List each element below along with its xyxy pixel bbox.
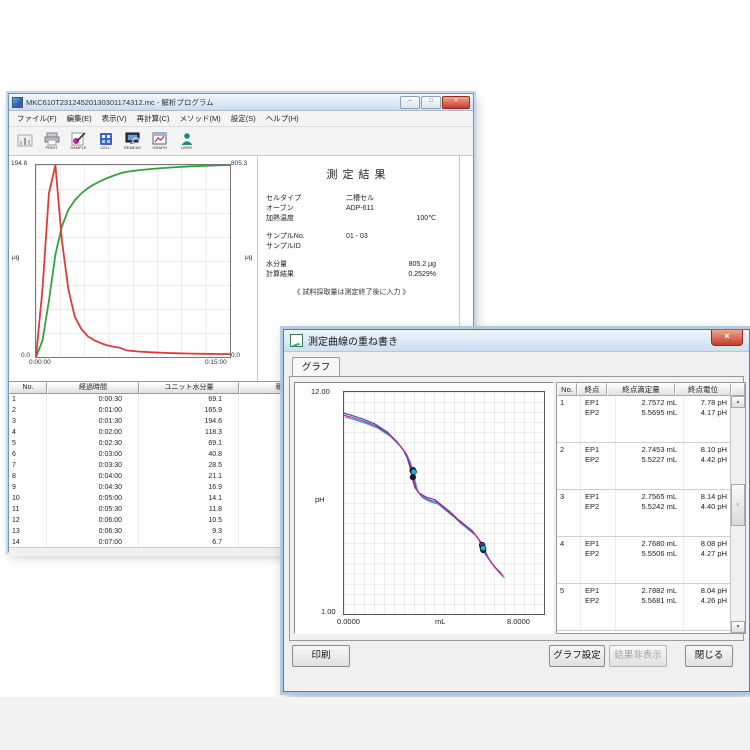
y-tick-min: 1.00: [321, 607, 336, 616]
column-header[interactable]: 終点滴定量: [607, 383, 675, 396]
left-axis-max: 194.8: [11, 160, 27, 167]
x-axis-label: mL: [435, 617, 445, 626]
cell-grid-button[interactable]: CELL: [93, 128, 118, 153]
print-button[interactable]: PRINT: [39, 128, 64, 153]
result-field: サンプルID: [266, 242, 436, 252]
menu-item[interactable]: 再計算(C): [133, 112, 174, 125]
endpoint-row[interactable]: 3EP1EP22.7565 mL5.5242 mL8.14 pH4.40 pH: [557, 490, 731, 537]
y-axis-label: pH: [315, 495, 325, 504]
graph-settings-button[interactable]: グラフ設定: [549, 645, 605, 667]
window2-title: 測定曲線の重ね書き: [308, 333, 398, 348]
endpoint-row[interactable]: 1EP1EP22.7572 mL5.5695 mL7.78 pH4.17 pH: [557, 396, 731, 443]
x-tick-end: 8.0000: [507, 617, 530, 626]
graph-window-button[interactable]: GRAPH: [147, 128, 172, 153]
endpoint-row[interactable]: 5EP1EP22.7882 mL5.5681 mL8.04 pH4.26 pH: [557, 584, 731, 631]
sample-edit-button[interactable]: SAMPLE: [66, 128, 91, 153]
column-header[interactable]: 終点: [577, 383, 607, 396]
column-header[interactable]: No.: [9, 382, 47, 394]
grid-icon: [98, 132, 114, 146]
endpoint-row[interactable]: 2EP1EP22.7453 mL5.5227 mL8.10 pH4.42 pH: [557, 443, 731, 490]
column-header[interactable]: ユニット水分量: [139, 382, 239, 394]
result-field: サンプルNo.01 - 03: [266, 232, 436, 242]
window1-titlebar[interactable]: MKC610T23124520130301174312.mc - 解析プログラム…: [9, 94, 473, 111]
column-header[interactable]: No.: [557, 383, 577, 396]
column-header[interactable]: 経過時間: [47, 382, 139, 394]
window1-title: MKC610T23124520130301174312.mc - 解析プログラム: [26, 97, 397, 108]
window2-titlebar[interactable]: 測定曲線の重ね書き ×: [284, 330, 749, 352]
y-tick-max: 12.00: [311, 387, 330, 396]
left-axis-label: μg: [12, 254, 19, 261]
pen-icon: [71, 132, 87, 146]
desktop: MKC610T23124520130301174312.mc - 解析プログラム…: [0, 0, 750, 750]
user-icon: [179, 132, 195, 146]
titration-plot: [343, 391, 545, 615]
endpoint-row[interactable]: 4EP1EP22.7680 mL5.5506 mL8.08 pH4.27 pH: [557, 537, 731, 584]
scroll-down-icon[interactable]: ▼: [731, 621, 745, 633]
tab-graph[interactable]: グラフ: [292, 357, 340, 378]
endpoint-table-body: 1EP1EP22.7572 mL5.5695 mL7.78 pH4.17 pH2…: [557, 396, 731, 633]
results-fields: セルタイプ二槽セルオーブンADP-611加熱温度100℃ サンプルNo.01 - …: [258, 194, 436, 280]
endpoint-table: No. 終点 終点滴定量 終点電位 1EP1EP22.7572 mL5.5695…: [556, 382, 746, 634]
menu-item[interactable]: 表示(V): [98, 112, 131, 125]
evaporation-chart-pane: 194.8 0.0 805.3 0.0 μg μg 0:00:00 0:15:0…: [9, 156, 257, 381]
monitor-button[interactable]: REMEAS: [120, 128, 145, 153]
column-header[interactable]: 終点電位: [675, 383, 731, 396]
x-tick-end: 0:15:00: [205, 359, 227, 366]
result-field: 計算結果0.2529%: [266, 270, 436, 280]
toolbar: PRINT SAMPLE CELL REMEAS GRAPH USER: [9, 127, 473, 156]
close-button[interactable]: 閉じる: [685, 645, 733, 667]
vertical-scrollbar[interactable]: ▲ ≡ ▼: [730, 396, 745, 633]
menu-bar: ファイル(F)編集(E)表示(V)再計算(C)メソッド(M)設定(S)ヘルプ(H…: [9, 111, 473, 127]
hide-results-button: 結果非表示: [609, 645, 667, 667]
results-note: 《 試料採取量は測定終了後に入力 》: [258, 287, 445, 297]
page-footer-strip: [0, 697, 750, 750]
endpoint-table-header: No. 終点 終点滴定量 終点電位: [557, 383, 745, 396]
evaporation-plot: [35, 164, 231, 358]
monitor-icon: [125, 132, 141, 146]
x-tick-start: 0:00:00: [29, 359, 51, 366]
column-header-scroll-corner: [731, 383, 745, 396]
menu-item[interactable]: ヘルプ(H): [262, 112, 303, 125]
user-button[interactable]: USER: [174, 128, 199, 153]
overlay-curves-window: 測定曲線の重ね書き × グラフ 12.00 1.00 pH 0.0000 mL …: [283, 329, 750, 692]
menu-item[interactable]: メソッド(M): [176, 112, 225, 125]
print-button[interactable]: 印刷: [292, 645, 350, 667]
maximize-icon[interactable]: □: [421, 96, 441, 109]
right-axis-max: 805.3: [231, 160, 247, 167]
chart-icon: [17, 134, 33, 148]
result-field: セルタイプ二槽セル: [266, 194, 436, 204]
right-axis-min: 0.0: [231, 352, 240, 359]
result-field: 加熱温度100℃: [266, 214, 436, 224]
results-title: 測定結果: [258, 166, 459, 182]
app-icon: [12, 97, 23, 108]
close-icon[interactable]: ×: [711, 330, 743, 346]
close-icon[interactable]: ×: [442, 96, 470, 109]
right-axis-label: μg: [245, 254, 252, 261]
printer-icon: [44, 132, 60, 146]
result-field: オーブンADP-611: [266, 204, 436, 214]
scroll-up-icon[interactable]: ▲: [731, 396, 745, 408]
scrollbar-thumb[interactable]: ≡: [731, 484, 745, 526]
graph-tab-page: 12.00 1.00 pH 0.0000 mL 8.0000: [289, 376, 744, 641]
left-axis-min: 0.0: [21, 352, 30, 359]
report-chart-button[interactable]: [12, 128, 37, 153]
result-field: 水分量805.2 μg: [266, 260, 436, 270]
x-tick-start: 0.0000: [337, 617, 360, 626]
minimize-icon[interactable]: –: [400, 96, 420, 109]
window2-body: グラフ 12.00 1.00 pH 0.0000 mL 8.0000: [286, 352, 747, 689]
titration-graph-box: 12.00 1.00 pH 0.0000 mL 8.0000: [294, 382, 554, 634]
menu-item[interactable]: 設定(S): [227, 112, 260, 125]
menu-item[interactable]: 編集(E): [63, 112, 96, 125]
graph-icon: [152, 132, 168, 146]
curve-icon: [290, 334, 303, 347]
menu-item[interactable]: ファイル(F): [13, 112, 61, 125]
